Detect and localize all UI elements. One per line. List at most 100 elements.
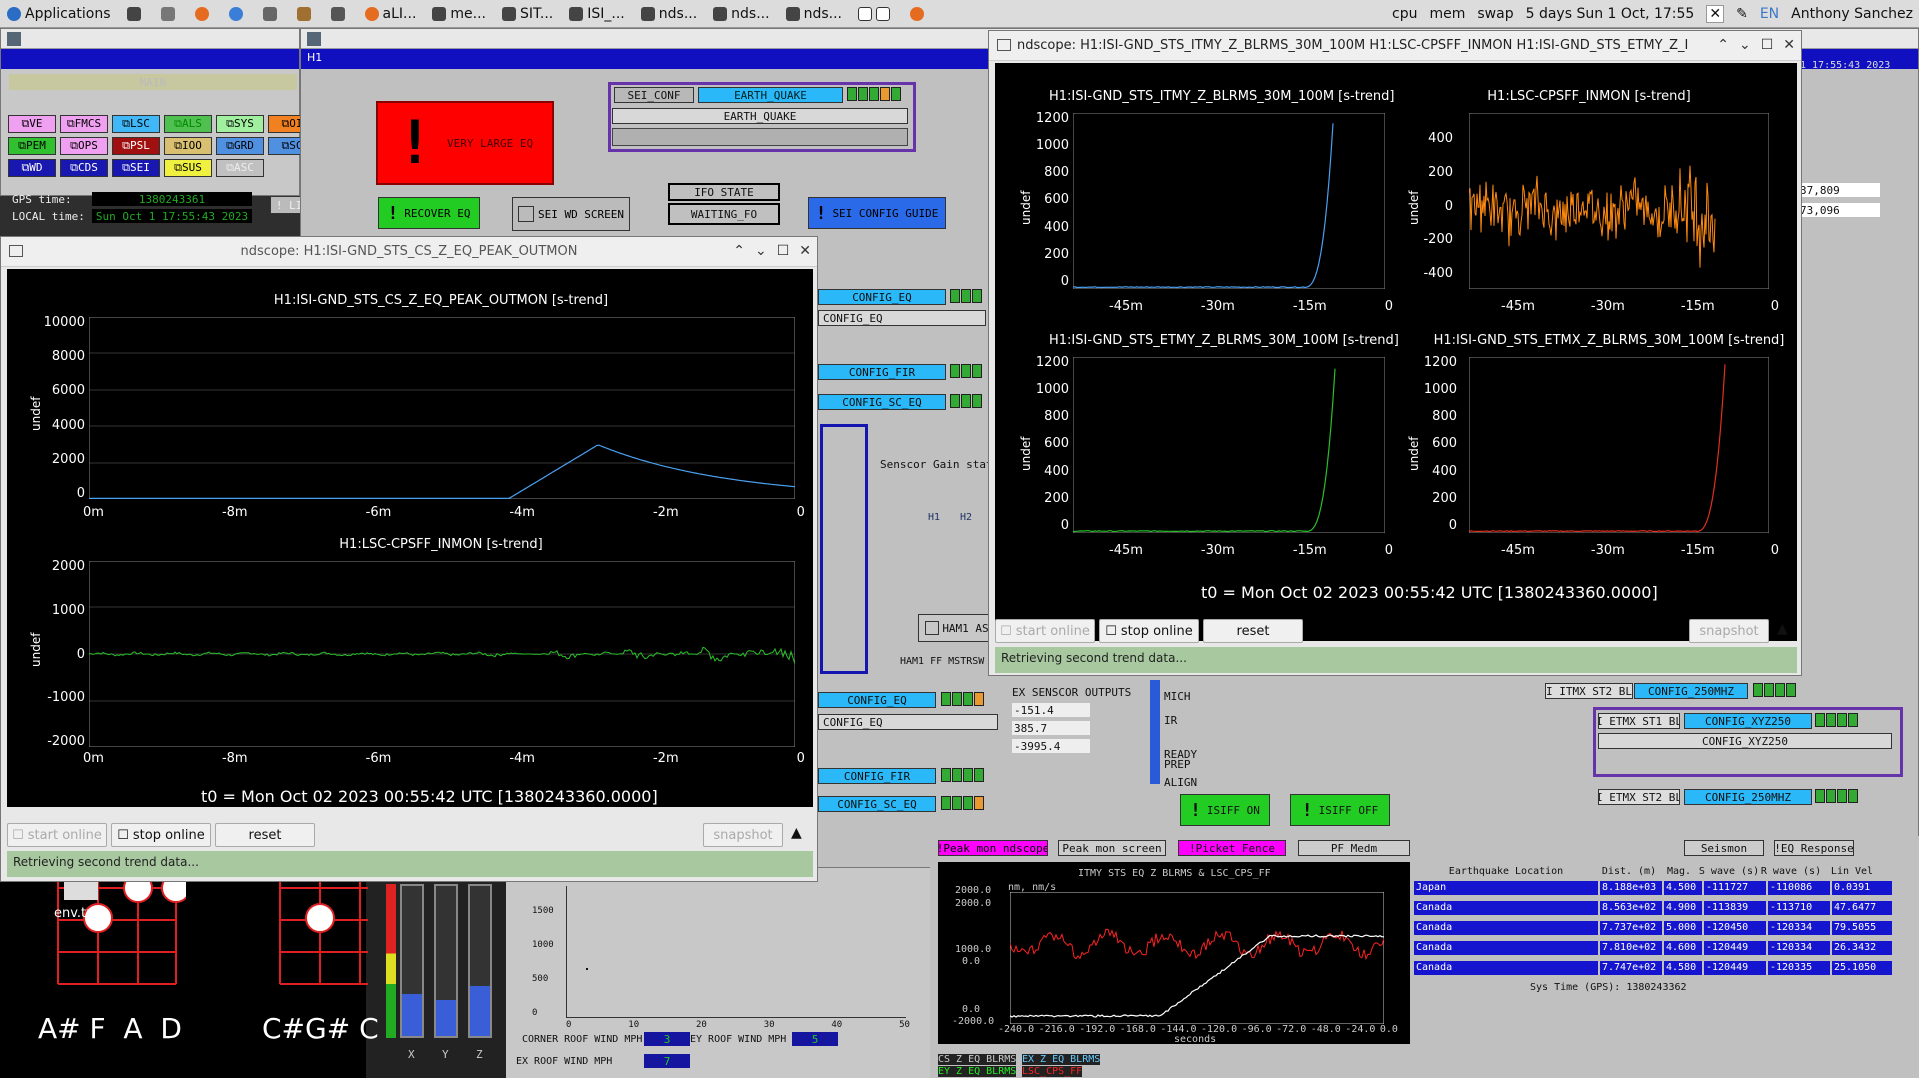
collapse-icon[interactable]: ▲ <box>1777 621 1788 637</box>
snapshot-button[interactable]: snapshot <box>703 823 783 847</box>
terminal-launcher[interactable] <box>120 2 152 26</box>
workspace-switcher[interactable] <box>851 2 901 26</box>
isiff-on-button[interactable]: ! ISIFF ON <box>1180 794 1270 826</box>
config-eq-leds <box>949 289 982 306</box>
main-btn-grd[interactable]: ⧉GRD <box>216 137 264 155</box>
swap-monitor[interactable]: swap <box>1477 6 1513 22</box>
collapse-icon[interactable]: ▲ <box>791 825 802 841</box>
peak-mon-ndscope-button[interactable]: !Peak mon ndscope <box>938 840 1048 856</box>
clock[interactable]: 5 days Sun 1 Oct, 17:55 <box>1526 6 1695 22</box>
share-launcher[interactable] <box>256 2 288 26</box>
config-fir-state-2: CONFIG_FIR <box>818 768 936 784</box>
folder-icon <box>160 6 175 21</box>
plot2-title: H1:LSC-CPSFF_INMON [s-trend] <box>339 537 543 552</box>
applications-menu[interactable]: Applications <box>0 2 118 26</box>
sei-config-guide-button[interactable]: ! SEI CONFIG GUIDE <box>808 197 946 229</box>
firefox-launcher[interactable] <box>188 2 220 26</box>
main-btn-lsc[interactable]: ⧉LSC <box>112 115 160 133</box>
ham1-as-button[interactable]: HAM1 AS <box>918 614 996 642</box>
main-btn-asc[interactable]: ⧉ASC <box>216 159 264 177</box>
stop-online-button[interactable]: ☐ stop online <box>111 823 211 847</box>
eq-xtick-9: -24.0 <box>1345 1024 1376 1035</box>
ytick-1: 1000 <box>1035 382 1069 398</box>
start-online-button[interactable]: ☐ start online <box>7 823 107 847</box>
config-sc-eq-state-2: CONFIG_SC_EQ <box>818 796 936 812</box>
main-btn-sus[interactable]: ⧉SUS <box>164 159 212 177</box>
main-btn-cds[interactable]: ⧉CDS <box>60 159 108 177</box>
main-btn-ops[interactable]: ⧉OPS <box>60 137 108 155</box>
corner-wind-value: 3 <box>644 1032 690 1046</box>
reset-button[interactable]: reset <box>1203 619 1303 643</box>
terminal-icon <box>126 6 141 21</box>
restore-icon[interactable]: ⌄ <box>1739 37 1751 53</box>
ytick-3: 600 <box>1432 436 1457 452</box>
config-eq-selector[interactable]: CONFIG_EQ <box>818 310 986 326</box>
env-file-label[interactable]: env.txt <box>54 906 99 921</box>
task-4[interactable]: nds... <box>634 2 704 26</box>
minimize-icon[interactable]: ⌃ <box>1717 37 1729 53</box>
ey-wind-label: EY ROOF WIND MPH <box>690 1034 787 1045</box>
restore-icon[interactable]: ⌄ <box>755 243 767 259</box>
reset-button[interactable]: reset <box>215 823 315 847</box>
eq-cell: -120449 <box>1704 961 1766 975</box>
task-2[interactable]: SIT... <box>495 2 560 26</box>
start-online-button[interactable]: ☐ start online <box>995 619 1095 643</box>
task-5[interactable]: nds... <box>706 2 776 26</box>
sei-wd-screen-button[interactable]: SEI WD SCREEN <box>512 197 630 231</box>
maximize-icon[interactable]: ☐ <box>777 243 790 259</box>
main-btn-sei[interactable]: ⧉SEI <box>112 159 160 177</box>
task-3[interactable]: ISI_... <box>562 2 632 26</box>
mem-monitor[interactable]: mem <box>1429 6 1465 22</box>
maximize-icon[interactable]: ☐ <box>1761 37 1774 53</box>
language-indicator[interactable]: EN <box>1760 6 1779 22</box>
config-eq-selector-2[interactable]: CONFIG_EQ <box>818 714 998 730</box>
main-btn-ve[interactable]: ⧉VE <box>8 115 56 133</box>
env-file-icon[interactable] <box>64 882 98 900</box>
files-launcher[interactable] <box>154 2 186 26</box>
eq-response-button[interactable]: !EQ Response <box>1774 840 1854 856</box>
chrome-launcher[interactable] <box>222 2 254 26</box>
rp1-canvas <box>1073 113 1385 289</box>
wind-xtick-3: 30 <box>763 1020 775 1030</box>
main-btn-ioo[interactable]: ⧉IOO <box>164 137 212 155</box>
earth-quake-selector[interactable]: EARTH_QUAKE <box>612 108 908 124</box>
rp3-xticks: -45m -30m -15m 0 <box>1109 543 1393 558</box>
picket-fence-button[interactable]: !Picket Fence <box>1178 840 1286 856</box>
close-icon[interactable]: ✕ <box>1783 37 1795 53</box>
snapshot-button[interactable]: snapshot <box>1689 619 1769 643</box>
editor-launcher[interactable] <box>324 2 356 26</box>
ytick-4: 2000 <box>51 451 85 467</box>
config-xyz-selector[interactable]: CONFIG_XYZ250 <box>1598 733 1892 749</box>
config-sc-eq-leds <box>949 394 982 411</box>
eq-xtick-0: -240.0 <box>998 1024 1035 1035</box>
close-icon[interactable]: ✕ <box>799 243 811 259</box>
right-time: 1 17:55:43 2023 <box>1800 60 1891 71</box>
main-btn-fmcs[interactable]: ⧉FMCS <box>60 115 108 133</box>
main-btn-als[interactable]: ⧉ALS <box>164 115 212 133</box>
task-0[interactable]: aLI... <box>358 2 424 26</box>
main-btn-pem[interactable]: ⧉PEM <box>8 137 56 155</box>
task-6[interactable]: nds... <box>779 2 849 26</box>
close-icon[interactable]: ✕ <box>1706 5 1725 23</box>
main-btn-sys[interactable]: ⧉SYS <box>216 115 264 133</box>
peak-mon-screen-button[interactable]: Peak mon screen <box>1058 840 1166 856</box>
config-eq-state-2: CONFIG_EQ <box>818 692 936 708</box>
main-btn-psl[interactable]: ⧉PSL <box>112 137 160 155</box>
tray-firefox[interactable] <box>903 2 935 26</box>
pf-medm-button[interactable]: PF Medm <box>1298 840 1410 856</box>
ndscope-icon <box>9 245 23 257</box>
ifo-state-value: WAITING_FO <box>668 203 780 225</box>
cpu-monitor[interactable]: cpu <box>1392 6 1417 22</box>
isiff-off-button[interactable]: ! ISIFF OFF <box>1290 794 1390 826</box>
main-btn-wd[interactable]: ⧉WD <box>8 159 56 177</box>
itmx-st2-leds <box>1752 683 1796 700</box>
people-launcher[interactable] <box>290 2 322 26</box>
minimize-icon[interactable]: ⌃ <box>733 243 745 259</box>
user-name[interactable]: Anthony Sanchez <box>1791 6 1913 22</box>
task-1[interactable]: me... <box>425 2 493 26</box>
network-icon[interactable]: ✎ <box>1736 6 1748 22</box>
stop-online-button[interactable]: ☐ stop online <box>1099 619 1199 643</box>
seismon-button[interactable]: Seismon <box>1684 840 1764 856</box>
senscor-gain-label: Senscor Gain state <box>880 458 1000 471</box>
recover-eq-button[interactable]: ! RECOVER EQ <box>378 197 480 229</box>
